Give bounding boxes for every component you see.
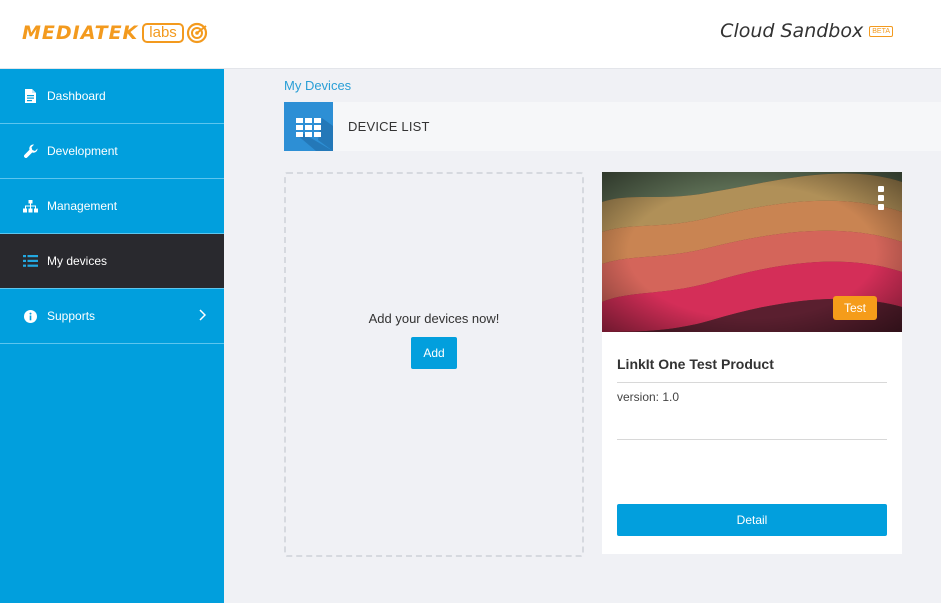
sidebar-item-label: Supports (47, 309, 96, 323)
add-device-card: Add your devices now! Add (284, 172, 584, 557)
sidebar: Dashboard Development Management My devi… (0, 69, 224, 603)
device-name: LinkIt One Test Product (617, 356, 774, 372)
status-badge: Test (832, 296, 877, 320)
logo-labs-text: labs (142, 23, 184, 43)
logo-brand-text: MEDIATEK (22, 22, 139, 44)
sidebar-item-supports[interactable]: Supports (0, 289, 224, 344)
sitemap-icon (23, 199, 38, 213)
detail-button[interactable]: Detail (617, 504, 887, 536)
info-icon (23, 309, 38, 323)
more-options-icon[interactable] (878, 186, 886, 210)
sidebar-item-label: Management (47, 199, 118, 213)
sidebar-item-label: Dashboard (47, 89, 106, 103)
grid-icon (284, 102, 333, 151)
section-title: DEVICE LIST (348, 119, 430, 134)
product-title: Cloud Sandbox BETA (720, 20, 893, 42)
document-icon (23, 89, 38, 103)
chevron-right-icon (199, 309, 206, 321)
sidebar-item-label: My devices (47, 254, 108, 268)
device-list-header: DEVICE LIST (284, 102, 941, 151)
sidebar-item-label: Development (47, 144, 118, 158)
logo-target-icon (186, 22, 207, 44)
wrench-icon (23, 144, 38, 158)
device-card: Test LinkIt One Test Product version: 1.… (602, 172, 902, 554)
sidebar-item-my-devices[interactable]: My devices (0, 234, 224, 289)
add-device-button[interactable]: Add (411, 337, 457, 369)
top-header: MEDIATEK labs Cloud Sandbox BETA (0, 0, 941, 69)
mediatek-labs-logo[interactable]: MEDIATEK labs (22, 22, 208, 44)
beta-badge: BETA (869, 25, 893, 37)
breadcrumb-my-devices[interactable]: My Devices (284, 78, 351, 93)
add-device-prompt: Add your devices now! (368, 311, 500, 326)
list-icon (23, 254, 38, 268)
divider (617, 382, 887, 383)
divider (617, 439, 887, 440)
sidebar-item-development[interactable]: Development (0, 124, 224, 179)
sidebar-item-management[interactable]: Management (0, 179, 224, 234)
device-cover-image: Test (602, 172, 902, 332)
sidebar-item-dashboard[interactable]: Dashboard (0, 69, 224, 124)
product-name: Cloud Sandbox (720, 20, 864, 42)
device-version: version: 1.0 (617, 390, 680, 404)
